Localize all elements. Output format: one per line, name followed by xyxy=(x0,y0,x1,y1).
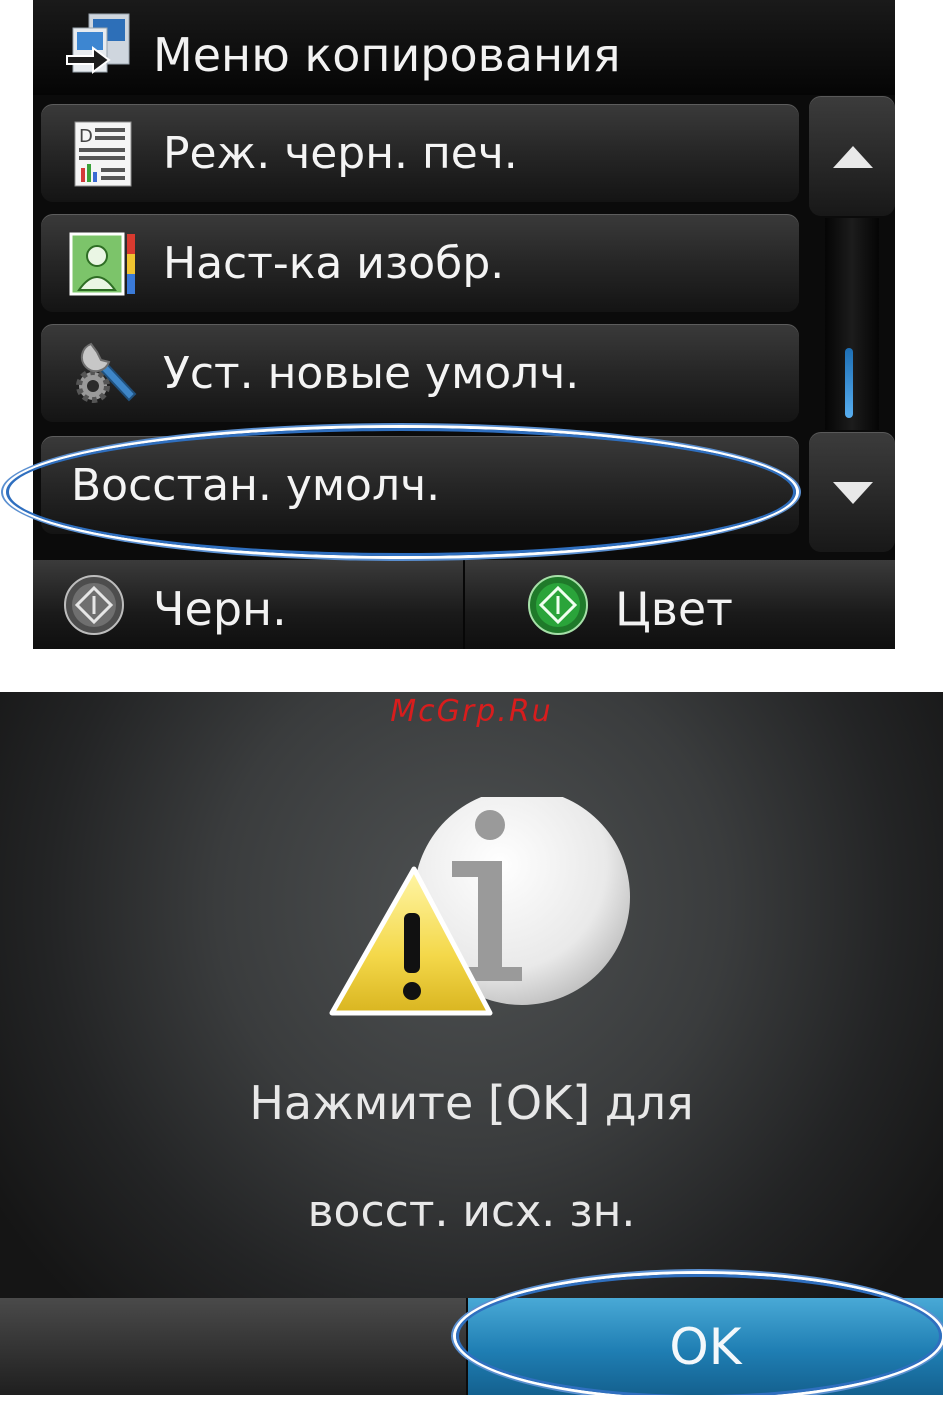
svg-text:D: D xyxy=(79,126,93,147)
prompt-text-line-2: восст. исх. зн. xyxy=(307,1186,636,1237)
start-color-button[interactable]: Цвет xyxy=(465,560,895,649)
start-black-label: Черн. xyxy=(153,582,287,636)
menu-item-label: Восстан. умолч. xyxy=(71,460,441,511)
footer-left-empty xyxy=(0,1298,468,1395)
menu-item-set-new-defaults[interactable]: Уст. новые умолч. xyxy=(41,324,799,422)
menu-item-restore-defaults[interactable]: Восстан. умолч. xyxy=(41,436,799,534)
tools-settings-icon xyxy=(76,342,137,403)
image-adjust-icon xyxy=(69,232,135,296)
start-black-icon xyxy=(64,575,124,635)
ok-button-label: OK xyxy=(669,1318,742,1376)
copy-menu-screen: Меню копирования D Реж. черн. печ. Наст-… xyxy=(33,0,895,649)
watermark: McGrp.Ru xyxy=(390,694,553,729)
menu-item-draft-mode[interactable]: D Реж. черн. печ. xyxy=(41,104,799,202)
menu-item-label: Реж. черн. печ. xyxy=(163,128,518,179)
confirm-dialog-screen: McGrp.Ru Нажмите [OK] для восст. исх. зн… xyxy=(0,692,943,1395)
menu-item-label: Наст-ка изобр. xyxy=(163,238,505,289)
prompt-text-line-1: Нажмите [OK] для xyxy=(249,1076,694,1130)
chevron-up-icon xyxy=(833,146,873,168)
scroll-up-button[interactable] xyxy=(809,96,895,216)
title-bar: Меню копирования xyxy=(33,0,895,95)
start-black-button[interactable]: Черн. xyxy=(33,560,465,649)
chevron-down-icon xyxy=(833,482,873,504)
menu-item-image-adjust[interactable]: Наст-ка изобр. xyxy=(41,214,799,312)
scrollbar-track[interactable] xyxy=(825,218,879,430)
page-title: Меню копирования xyxy=(153,28,621,82)
copy-menu-icon xyxy=(66,13,130,74)
start-button-bar: Черн. Цвет xyxy=(33,560,895,649)
start-color-icon xyxy=(528,575,588,635)
menu-item-label: Уст. новые умолч. xyxy=(163,348,580,399)
scrollbar-thumb[interactable] xyxy=(845,348,853,418)
start-color-label: Цвет xyxy=(615,582,733,636)
ok-button[interactable]: OK xyxy=(468,1298,943,1395)
draft-document-icon: D xyxy=(74,121,132,187)
warning-info-icon xyxy=(329,797,630,1016)
scroll-down-button[interactable] xyxy=(809,432,895,552)
